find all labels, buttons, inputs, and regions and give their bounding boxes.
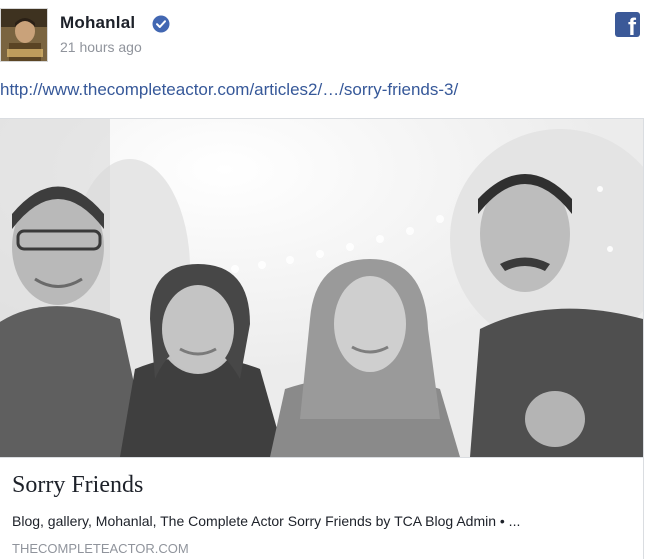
avatar-image bbox=[1, 9, 47, 61]
facebook-icon[interactable]: f bbox=[615, 12, 640, 37]
preview-text-area[interactable]: Sorry Friends Blog, gallery, Mohanlal, T… bbox=[0, 457, 643, 560]
preview-title[interactable]: Sorry Friends bbox=[12, 472, 143, 499]
author-name[interactable]: Mohanlal bbox=[60, 13, 135, 33]
preview-image[interactable] bbox=[0, 119, 643, 457]
link-preview-card[interactable]: Sorry Friends Blog, gallery, Mohanlal, T… bbox=[0, 118, 644, 560]
preview-description: Blog, gallery, Mohanlal, The Complete Ac… bbox=[12, 513, 521, 529]
facebook-post: Mohanlal 21 hours ago f http://www.theco… bbox=[0, 0, 650, 560]
group-photo-image bbox=[0, 119, 643, 457]
verified-badge-icon bbox=[152, 15, 170, 33]
author-avatar[interactable] bbox=[0, 8, 48, 62]
shared-link[interactable]: http://www.thecompleteactor.com/articles… bbox=[0, 80, 458, 100]
post-timestamp[interactable]: 21 hours ago bbox=[60, 39, 142, 55]
preview-domain: THECOMPLETEACTOR.COM bbox=[12, 541, 189, 556]
